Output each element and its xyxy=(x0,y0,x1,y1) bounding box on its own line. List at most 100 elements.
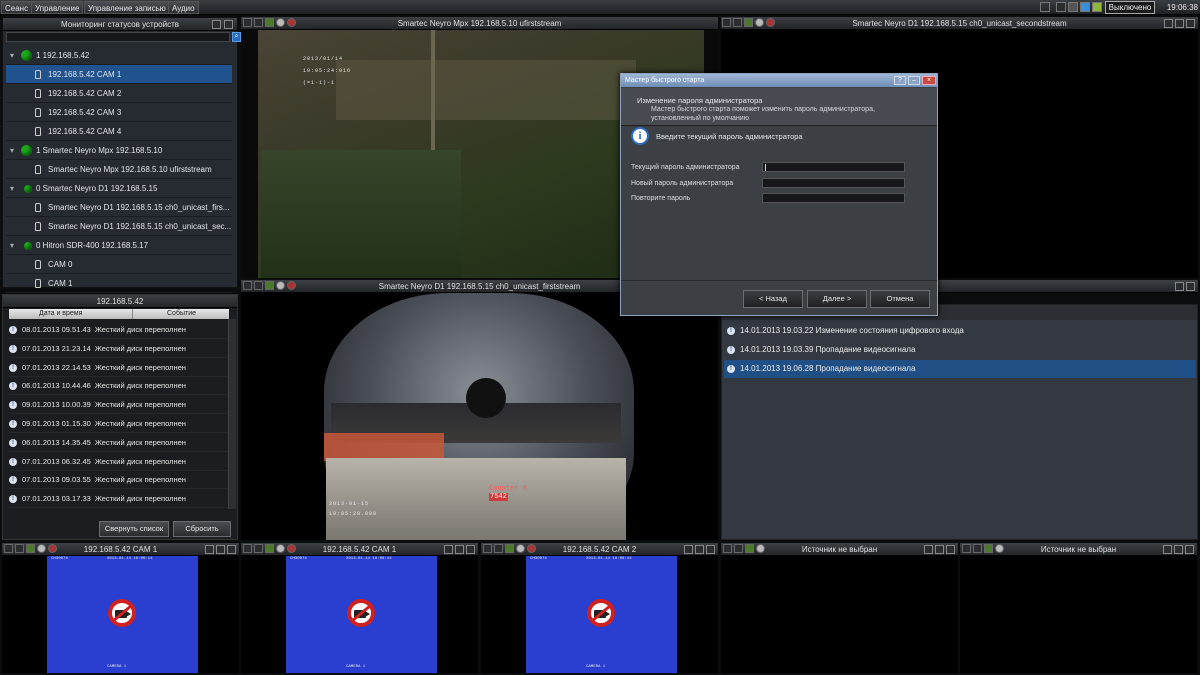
maximize-icon[interactable] xyxy=(695,545,704,554)
tree-camera-row[interactable]: 192.168.5.42 CAM 3 xyxy=(6,103,232,122)
pause-icon[interactable] xyxy=(734,544,743,553)
help-icon[interactable]: ? xyxy=(894,76,906,85)
video-view-bottom[interactable] xyxy=(960,556,1197,673)
event-row[interactable]: ! 09.01.2013 10.00.39 Жесткий диск перепол… xyxy=(9,396,231,415)
event-row[interactable]: ! 06.01.2013 14.35.45 Жесткий диск перепол… xyxy=(9,434,231,452)
tree-camera-row[interactable]: 192.168.5.42 CAM 4 xyxy=(6,122,232,141)
event-row[interactable]: ! 07.01.2013 09.03.55 Жесткий диск перепол… xyxy=(9,471,231,490)
minimize-icon[interactable] xyxy=(444,545,453,554)
tree-camera-row[interactable]: CAM 0 xyxy=(6,255,232,274)
close-icon[interactable] xyxy=(946,545,955,554)
snapshot-icon[interactable] xyxy=(516,544,525,553)
tree-camera-row[interactable]: Smartec Neyro D1 192.168.5.15 ch0_unicas… xyxy=(6,198,232,217)
arrow-icon[interactable] xyxy=(265,281,274,290)
pause-icon[interactable] xyxy=(494,544,503,553)
play-icon[interactable] xyxy=(723,544,732,553)
menu-management[interactable]: Управление xyxy=(31,1,84,14)
event-row[interactable]: ! 14.01.2013 19.03.39 Пропадание видеосиг… xyxy=(724,341,1196,359)
network-icon[interactable] xyxy=(1092,2,1102,12)
close-icon[interactable] xyxy=(706,545,715,554)
maximize-icon[interactable] xyxy=(1175,19,1184,28)
close-icon[interactable] xyxy=(224,20,233,29)
tree-search-input[interactable] xyxy=(6,32,230,42)
arrow-icon[interactable] xyxy=(745,544,754,553)
snapshot-icon[interactable] xyxy=(276,18,285,27)
pin-icon[interactable] xyxy=(212,20,221,29)
close-icon[interactable] xyxy=(1185,545,1194,554)
record-icon[interactable] xyxy=(527,544,536,553)
play-icon[interactable] xyxy=(4,544,13,553)
tree-device-row[interactable]: ▾ 0 Smartec Neyro D1 192.168.5.15 xyxy=(6,179,232,198)
tree-device-row[interactable]: ▾ 1 Smartec Neyro Mpx 192.168.5.10 xyxy=(6,141,232,160)
event-row[interactable]: ! 06.01.2013 10.44.46 Жесткий диск перепол… xyxy=(9,377,231,396)
next-button[interactable]: Далее > xyxy=(807,290,867,308)
monitor-icon[interactable] xyxy=(1080,2,1090,12)
video-view-bottom[interactable]: CH30074 2013-01-14 19:06:14 CAMERA 1 xyxy=(2,556,239,673)
cancel-button[interactable]: Отмена xyxy=(870,290,930,308)
video-view-bottom[interactable]: CH30074 2013-01-14 19:06:14 CAMERA 1 xyxy=(481,556,718,673)
record-icon[interactable] xyxy=(287,544,296,553)
pause-icon[interactable] xyxy=(254,281,263,290)
menu-audio[interactable]: Аудио xyxy=(168,1,199,14)
layout-icon[interactable] xyxy=(1068,2,1078,12)
snapshot-icon[interactable] xyxy=(755,18,764,27)
chevron-down-icon[interactable]: ▾ xyxy=(10,179,14,197)
maximize-icon[interactable] xyxy=(935,545,944,554)
play-icon[interactable] xyxy=(243,281,252,290)
tree-camera-row[interactable]: Smartec Neyro D1 192.168.5.15 ch0_unicas… xyxy=(6,217,232,236)
search-icon[interactable]: ⌕ xyxy=(232,32,241,42)
play-icon[interactable] xyxy=(243,544,252,553)
event-row[interactable]: ! 14.01.2013 19.06.28 Пропадание видеосиг… xyxy=(724,360,1196,378)
play-icon[interactable] xyxy=(483,544,492,553)
col-datetime[interactable]: Дата и время xyxy=(39,309,82,319)
event-row[interactable]: ! 07.01.2013 22.14.53 Жесткий диск перепол… xyxy=(9,359,231,377)
pause-icon[interactable] xyxy=(254,18,263,27)
video-view-bottom[interactable] xyxy=(721,556,958,673)
events-scrollbar[interactable] xyxy=(228,319,236,509)
record-icon[interactable] xyxy=(287,281,296,290)
snapshot-icon[interactable] xyxy=(37,544,46,553)
play-icon[interactable] xyxy=(1040,2,1050,12)
minimize-icon[interactable] xyxy=(1163,545,1172,554)
pin-icon[interactable] xyxy=(1175,282,1184,291)
record-icon[interactable] xyxy=(48,544,57,553)
record-icon[interactable] xyxy=(287,18,296,27)
event-row[interactable]: ! 07.01.2013 03.17.33 Жесткий диск перепол… xyxy=(9,490,231,509)
repeat-password-input[interactable] xyxy=(762,193,905,203)
current-password-input[interactable] xyxy=(762,162,905,172)
arrow-icon[interactable] xyxy=(744,18,753,27)
pause-icon[interactable] xyxy=(254,544,263,553)
chevron-down-icon[interactable]: ▾ xyxy=(10,236,14,254)
event-row[interactable]: ! 07.01.2013 21.23.14 Жесткий диск перепол… xyxy=(9,340,231,358)
arrow-icon[interactable] xyxy=(505,544,514,553)
event-row[interactable]: ! 07.01.2013 06.32.45 Жесткий диск перепол… xyxy=(9,453,231,471)
play-icon[interactable] xyxy=(722,18,731,27)
minimize-icon[interactable] xyxy=(684,545,693,554)
snapshot-icon[interactable] xyxy=(276,281,285,290)
col-event[interactable]: Событие xyxy=(167,309,196,319)
minimize-icon[interactable]: – xyxy=(908,76,920,85)
tree-device-row[interactable]: ▾ 1 192.168.5.42 xyxy=(6,46,232,65)
tree-camera-row[interactable]: 192.168.5.42 CAM 1 xyxy=(6,65,232,84)
menu-session[interactable]: Сеанс xyxy=(1,1,33,14)
snapshot-icon[interactable] xyxy=(276,544,285,553)
maximize-icon[interactable] xyxy=(455,545,464,554)
pause-icon[interactable] xyxy=(733,18,742,27)
event-row[interactable]: ! 14.01.2013 19.03.22 Изменение состояния… xyxy=(724,322,1196,340)
close-icon[interactable] xyxy=(1186,19,1195,28)
chevron-down-icon[interactable]: ▾ xyxy=(10,46,14,64)
tree-camera-row[interactable]: 192.168.5.42 CAM 2 xyxy=(6,84,232,103)
play-icon[interactable] xyxy=(243,18,252,27)
close-icon[interactable] xyxy=(466,545,475,554)
arrow-icon[interactable] xyxy=(265,18,274,27)
new-password-input[interactable] xyxy=(762,178,905,188)
snapshot-icon[interactable] xyxy=(756,544,765,553)
maximize-icon[interactable] xyxy=(216,545,225,554)
minimize-icon[interactable] xyxy=(924,545,933,554)
arrow-icon[interactable] xyxy=(984,544,993,553)
arrow-icon[interactable] xyxy=(265,544,274,553)
screen-icon[interactable] xyxy=(1056,2,1066,12)
tree-camera-row[interactable]: CAM 1 xyxy=(6,274,232,293)
minimize-icon[interactable] xyxy=(1164,19,1173,28)
menu-record-management[interactable]: Управление записью xyxy=(84,1,170,14)
